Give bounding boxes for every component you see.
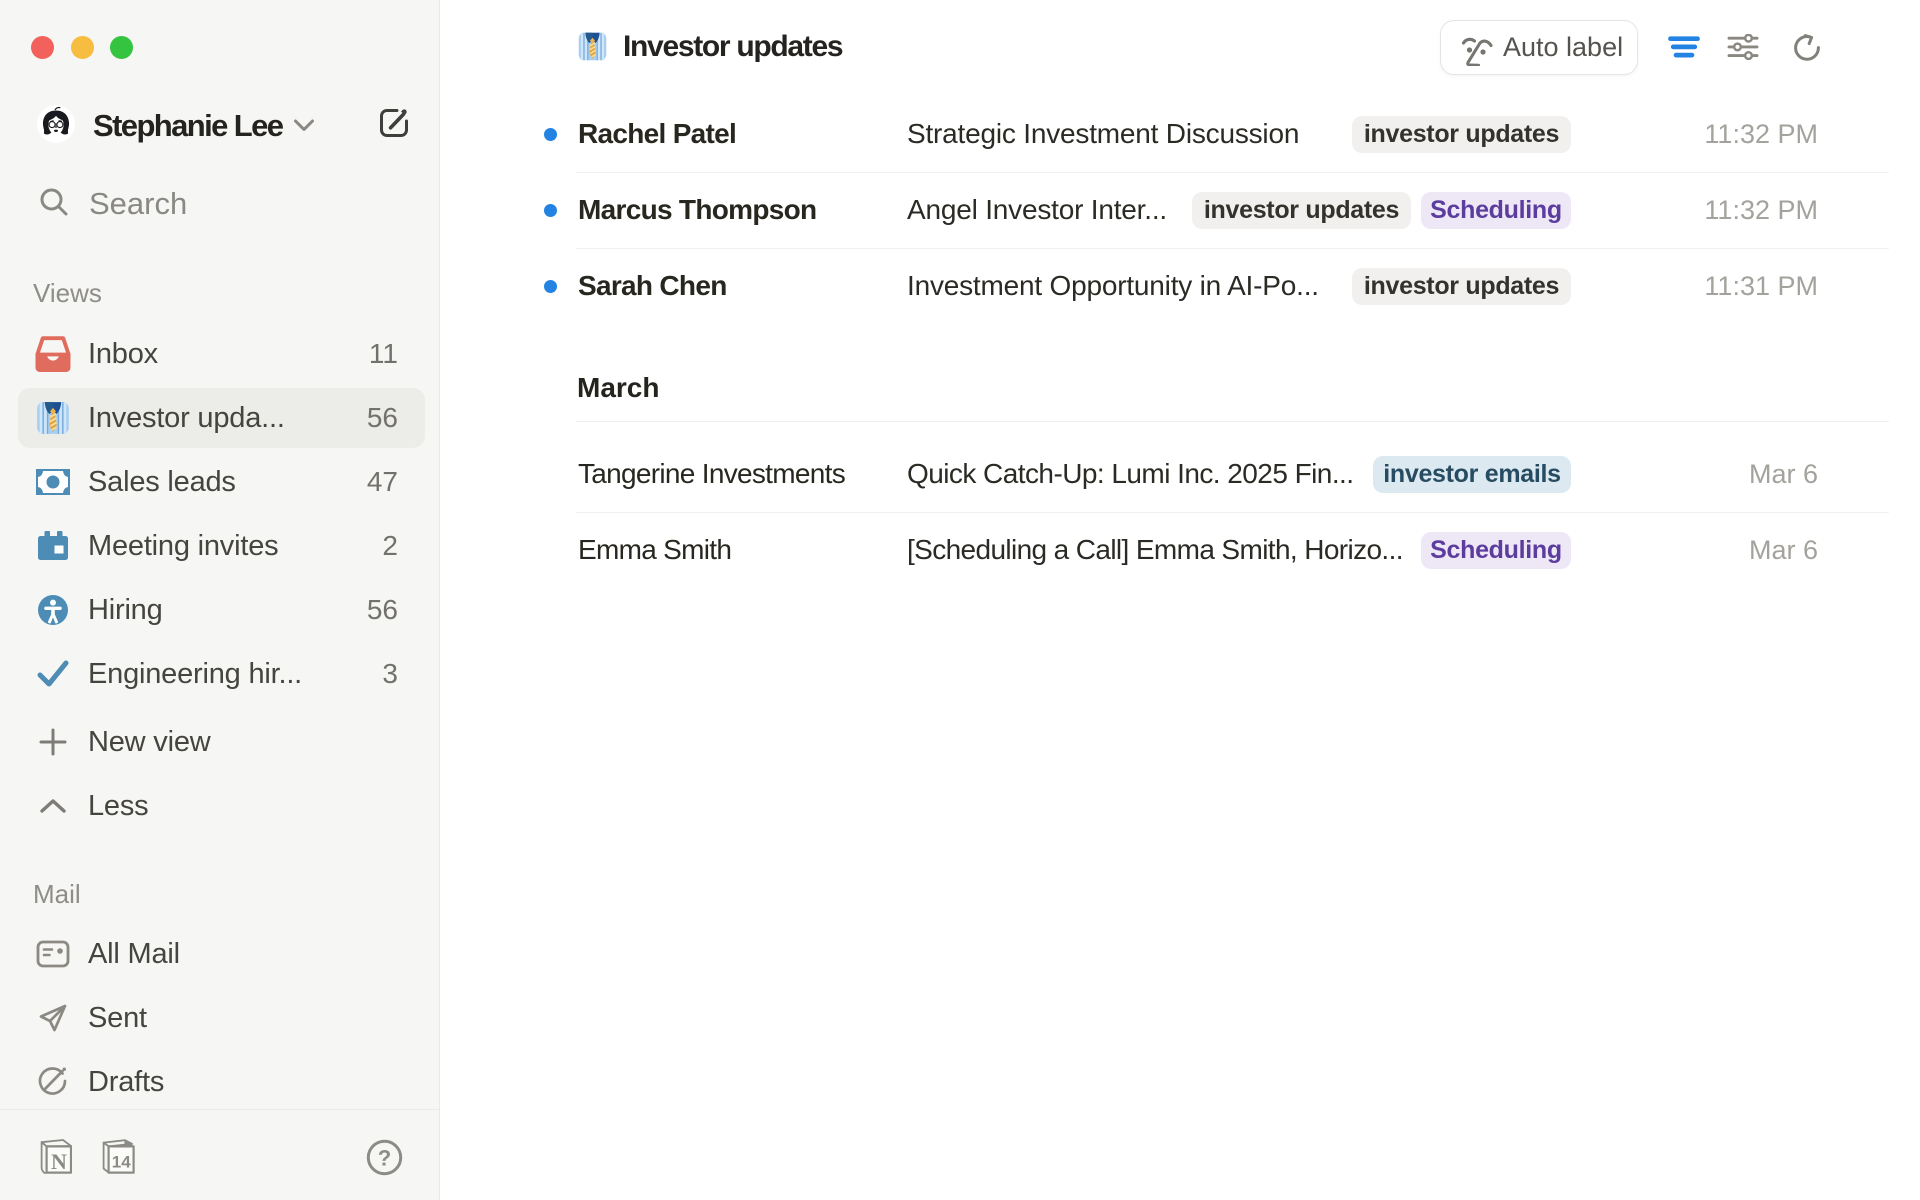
- svg-text:14: 14: [112, 1153, 131, 1172]
- svg-text:?: ?: [378, 1146, 391, 1171]
- svg-text:N: N: [51, 1149, 67, 1174]
